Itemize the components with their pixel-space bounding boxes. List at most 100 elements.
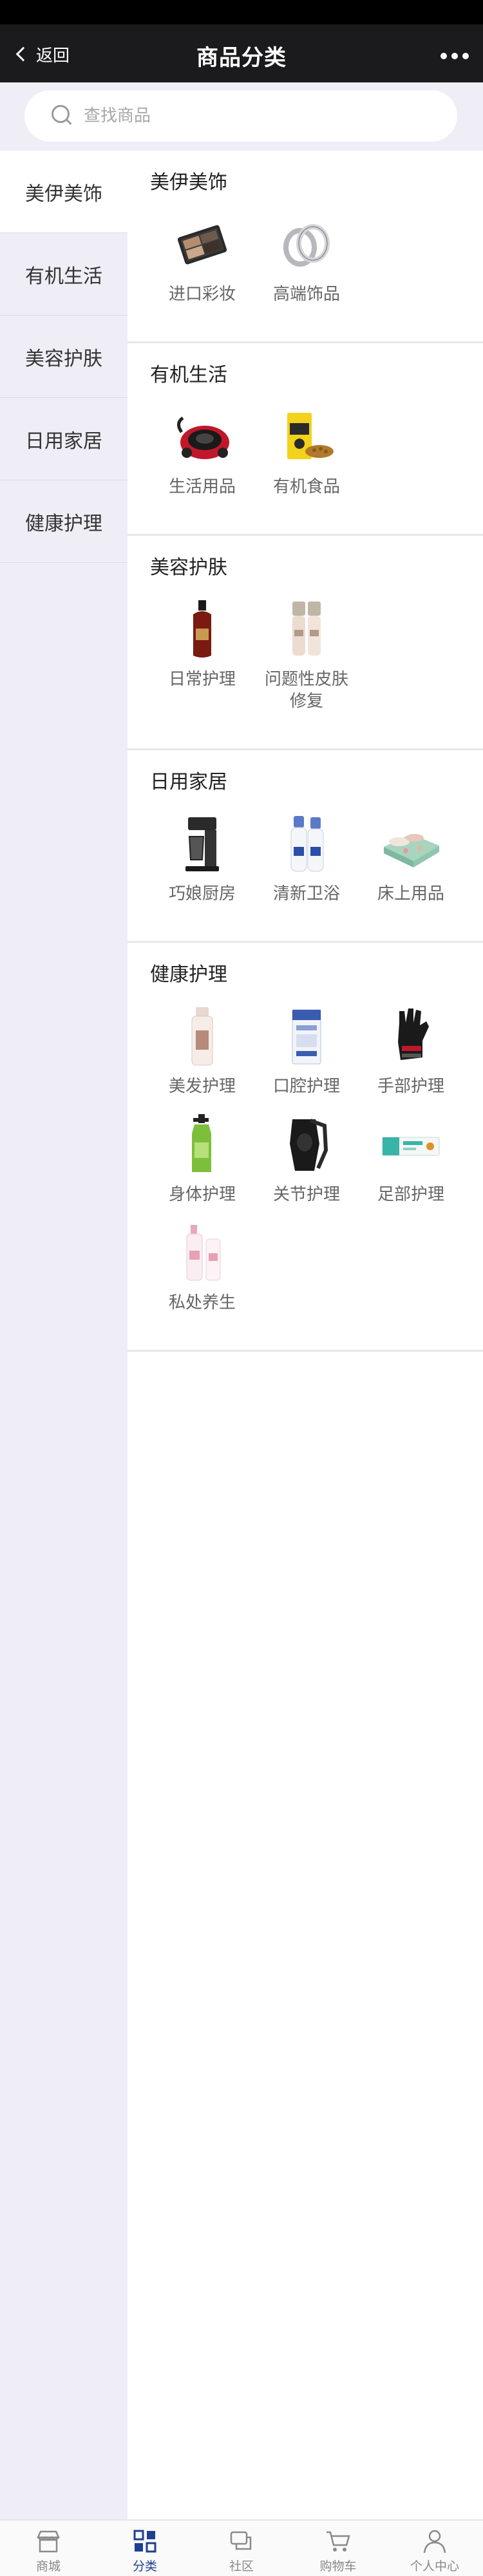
sidebar-item-beauty-skincare[interactable]: 美容护肤: [0, 316, 128, 398]
section-title: 有机生活: [150, 364, 227, 386]
product-item[interactable]: 清新卫浴: [254, 811, 359, 905]
product-grid: 进口彩妆 高端饰品: [150, 211, 483, 319]
serum-bottle-icon: [169, 596, 236, 663]
product-label: 关节护理: [272, 1185, 340, 1204]
product-label: 私处养生: [168, 1293, 236, 1312]
product-label-line2: 修复: [289, 692, 323, 711]
skincare-bottles-icon: [273, 596, 340, 663]
search-bar: [0, 82, 483, 151]
product-label: 床上用品: [377, 884, 444, 904]
community-chat-icon: [230, 2531, 252, 2550]
product-label: 进口彩妆: [168, 285, 236, 304]
tab-label: 分类: [132, 2559, 157, 2573]
sidebar-item-mei-yi-mei-shi[interactable]: 美伊美饰: [0, 151, 128, 233]
sidebar-item-home-daily[interactable]: 日用家居: [0, 398, 128, 480]
category-sidebar: 美伊美饰 有机生活 美容护肤 日用家居 健康护理: [0, 151, 128, 2519]
product-label: 问题性皮肤 修复: [254, 668, 359, 712]
more-dot-icon: [462, 53, 469, 59]
category-section: 美容护肤 日常护理 问题性皮肤 修复: [128, 536, 483, 750]
tab-shop[interactable]: 商城: [0, 2521, 97, 2576]
product-item[interactable]: 问题性皮肤 修复: [254, 596, 359, 712]
tab-community[interactable]: 社区: [193, 2521, 290, 2576]
user-icon: [423, 2530, 446, 2553]
sidebar-item-organic-life[interactable]: 有机生活: [0, 233, 128, 316]
product-label: 手部护理: [377, 1077, 444, 1096]
product-label: 有机食品: [272, 477, 340, 497]
tab-label: 商城: [35, 2559, 61, 2573]
product-item[interactable]: 床上用品: [359, 811, 463, 905]
product-item[interactable]: 身体护理: [150, 1112, 254, 1206]
more-dot-icon: [440, 53, 447, 59]
section-title: 日用家居: [150, 771, 227, 793]
section-title: 美容护肤: [150, 556, 227, 579]
product-label-line1: 日常护理: [168, 670, 236, 689]
spray-bottles-icon: [273, 811, 340, 878]
product-item[interactable]: 日常护理: [150, 596, 254, 712]
product-label: 生活用品: [168, 477, 236, 497]
product-item[interactable]: 足部护理: [359, 1112, 463, 1206]
bedding-icon: [377, 811, 444, 878]
tab-category[interactable]: 分类: [97, 2521, 193, 2576]
coffee-maker-icon: [169, 811, 236, 878]
category-grid-icon: [133, 2530, 156, 2553]
hair-care-bottle-icon: [169, 1003, 236, 1070]
category-section: 健康护理 美发护理 口腔护理 手部护理 身体护理 关节护理 足部护理 私处养生: [128, 943, 483, 1352]
category-section: 美伊美饰 进口彩妆 高端饰品: [128, 151, 483, 343]
tab-label: 个人中心: [410, 2559, 459, 2573]
more-menu-button[interactable]: [440, 53, 469, 59]
product-grid: 生活用品 有机食品: [150, 404, 483, 512]
product-label: 身体护理: [168, 1185, 236, 1204]
product-label: 高端饰品: [272, 285, 340, 304]
product-item[interactable]: 手部护理: [359, 1003, 463, 1097]
category-section: 日用家居 巧娘厨房 清新卫浴 床上用品: [128, 750, 483, 943]
cart-icon: [327, 2531, 350, 2552]
product-item[interactable]: 高端饰品: [254, 211, 359, 305]
product-item[interactable]: 私处养生: [150, 1220, 254, 1314]
glove-icon: [377, 1003, 444, 1070]
product-item[interactable]: 口腔护理: [254, 1003, 359, 1097]
section-title: 健康护理: [150, 963, 227, 986]
bottom-tab-bar: 商城 分类 社区 购物车 个人中心: [0, 2519, 483, 2576]
tab-cart[interactable]: 购物车: [290, 2521, 386, 2576]
body-wash-icon: [169, 1112, 236, 1179]
organic-food-icon: [273, 404, 340, 471]
product-grid: 美发护理 口腔护理 手部护理 身体护理 关节护理 足部护理 私处养生: [150, 1003, 483, 1328]
section-title: 美伊美饰: [150, 171, 227, 194]
product-label: 口腔护理: [272, 1077, 340, 1096]
product-item[interactable]: 生活用品: [150, 404, 254, 498]
category-content: 美伊美饰 进口彩妆 高端饰品 有机生活 生活用品 有机食品 美容护肤 日常护理 …: [128, 151, 483, 1352]
product-label-line1: 问题性皮肤: [264, 670, 348, 689]
product-item[interactable]: 进口彩妆: [150, 211, 254, 305]
search-input[interactable]: [84, 106, 419, 126]
tab-profile[interactable]: 个人中心: [386, 2521, 483, 2576]
search-icon: [52, 105, 73, 127]
vacuum-cleaner-icon: [169, 404, 236, 471]
sidebar-item-health-care[interactable]: 健康护理: [0, 480, 128, 563]
page-title: 商品分类: [196, 45, 287, 71]
product-grid: 巧娘厨房 清新卫浴 床上用品: [150, 811, 483, 919]
product-item[interactable]: 美发护理: [150, 1003, 254, 1097]
toothpaste-icon: [273, 1003, 340, 1070]
rings-icon: [273, 211, 340, 278]
tab-label: 购物车: [319, 2559, 357, 2573]
product-item[interactable]: 有机食品: [254, 404, 359, 498]
intimate-care-bottle-icon: [169, 1220, 236, 1287]
product-label: 巧娘厨房: [168, 884, 236, 904]
product-label: 美发护理: [168, 1077, 236, 1096]
eyeshadow-palette-icon: [169, 211, 236, 278]
product-item[interactable]: 关节护理: [254, 1112, 359, 1206]
product-grid: 日常护理 问题性皮肤 修复: [150, 596, 483, 726]
product-label: 清新卫浴: [272, 884, 340, 904]
shop-icon: [37, 2530, 60, 2553]
knee-brace-icon: [273, 1112, 340, 1179]
search-box[interactable]: [24, 90, 457, 142]
foot-care-box-icon: [377, 1112, 444, 1179]
category-section: 有机生活 生活用品 有机食品: [128, 343, 483, 536]
status-bar: [0, 0, 483, 24]
product-item[interactable]: 巧娘厨房: [150, 811, 254, 905]
tab-label: 社区: [229, 2559, 254, 2573]
product-label: 日常护理: [150, 668, 254, 690]
more-dot-icon: [451, 53, 458, 59]
navigation-bar: 返回 商品分类: [0, 24, 483, 82]
product-label: 足部护理: [377, 1185, 444, 1204]
